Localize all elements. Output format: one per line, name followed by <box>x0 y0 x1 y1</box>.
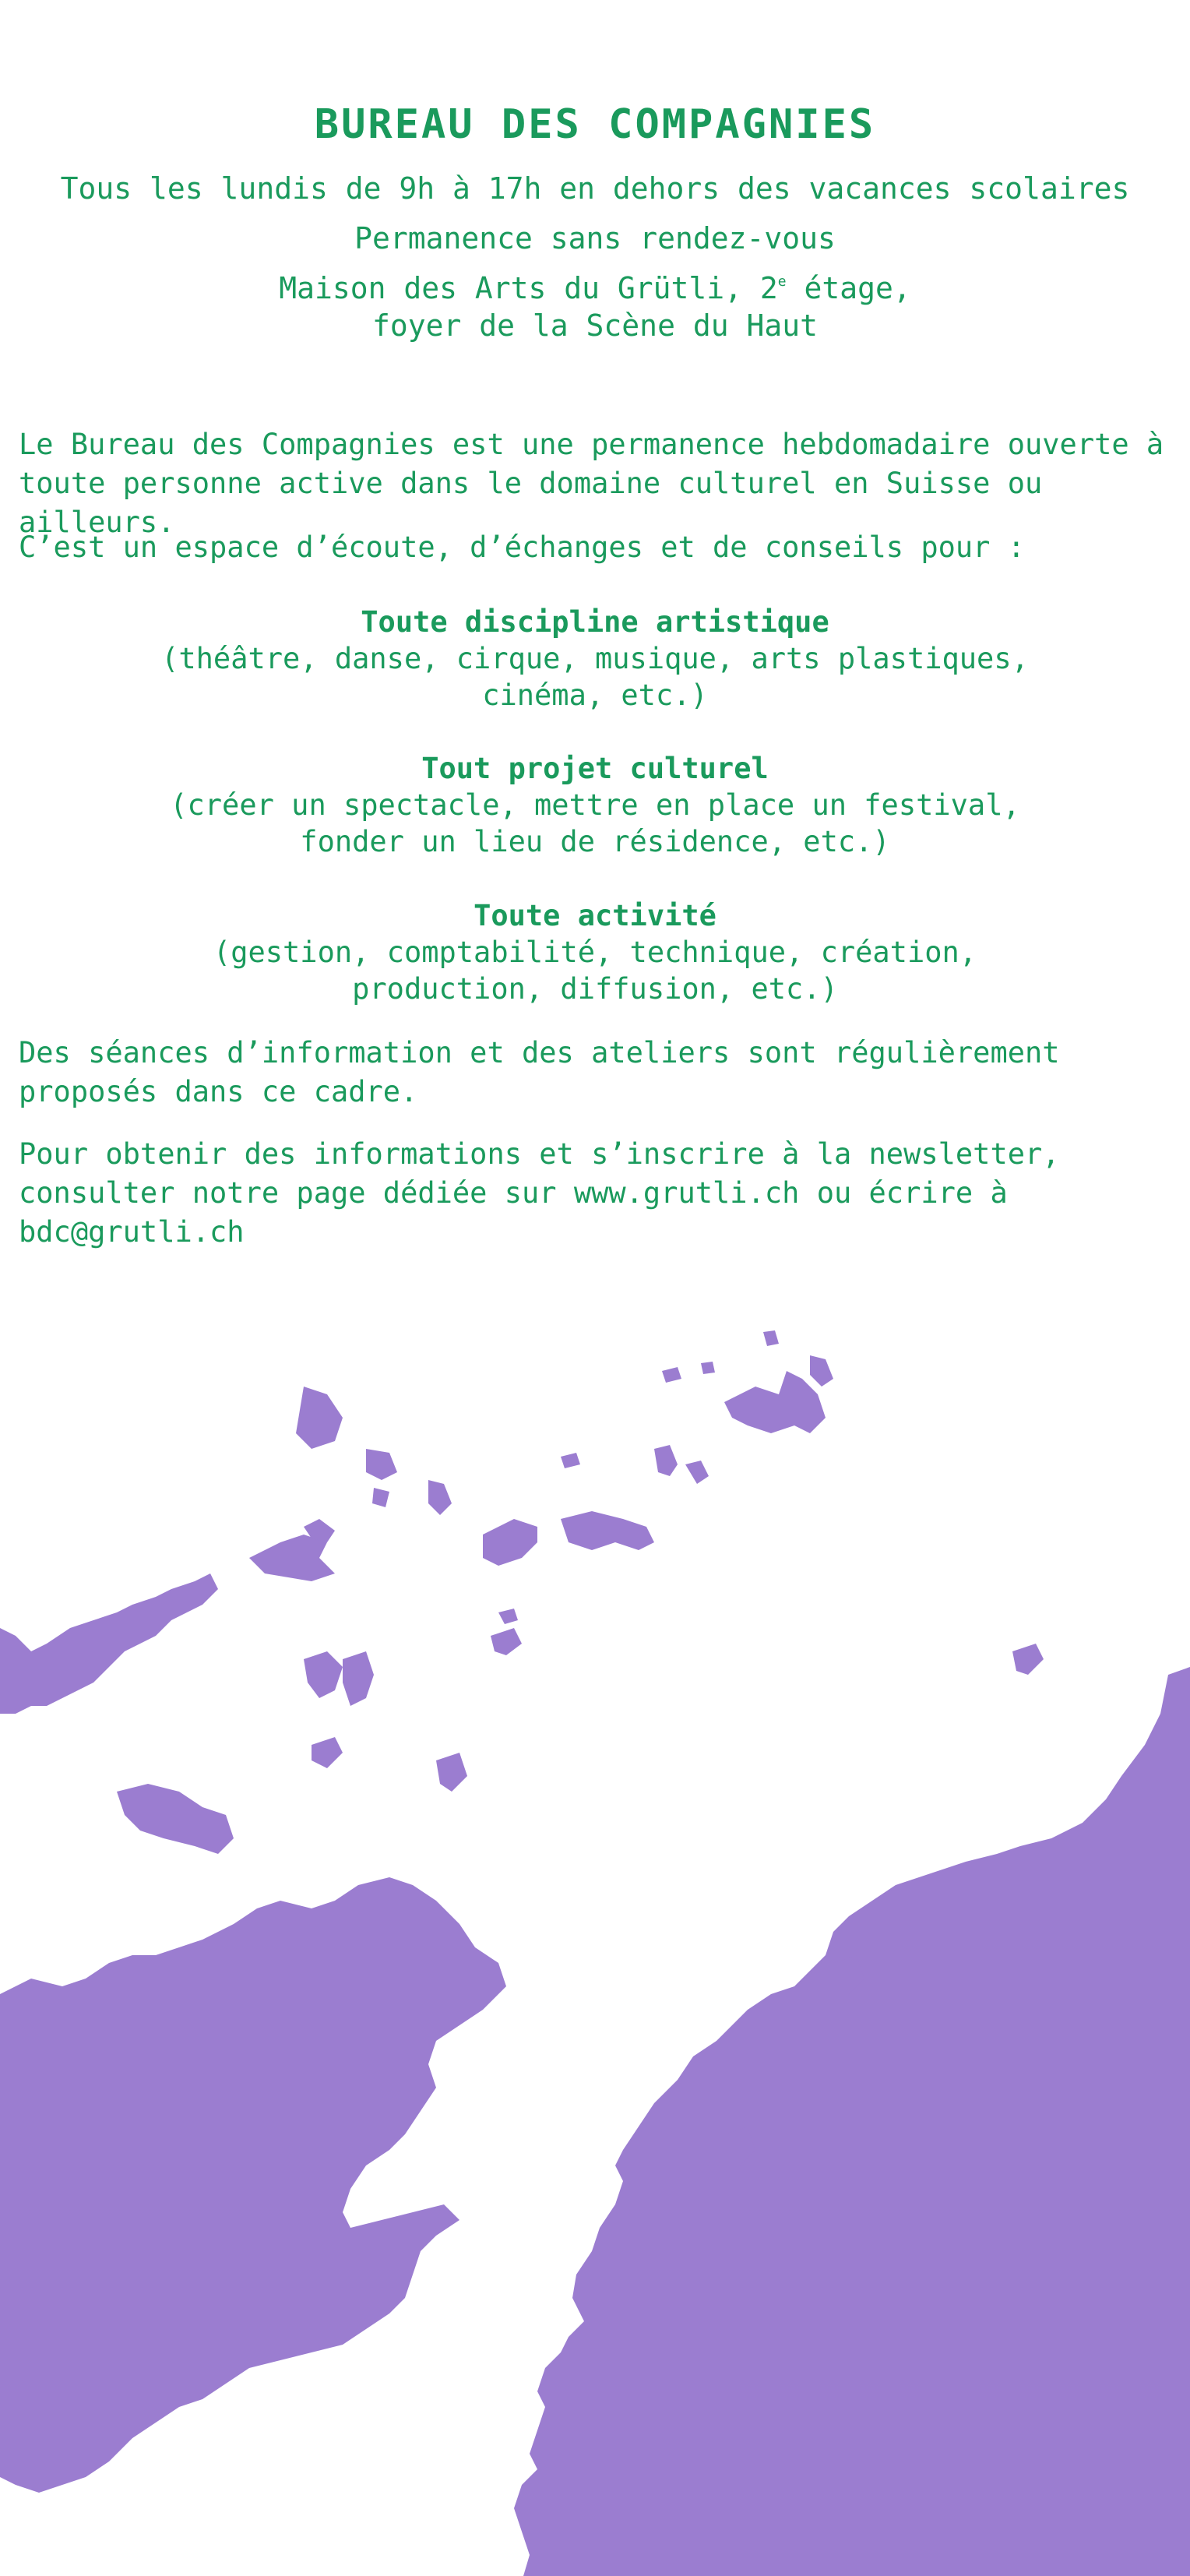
item-heading: Tout projet culturel <box>421 752 769 785</box>
location-line-1: Maison des Arts du Grütli, 2e étage, <box>0 270 1190 307</box>
location-line-2: foyer de la Scène du Haut <box>372 308 818 343</box>
list-item: Tout projet culturel (créer un spectacle… <box>0 750 1190 860</box>
map-illustration <box>0 1330 1190 2576</box>
item-heading: Toute activité <box>474 899 716 932</box>
list-item: Toute discipline artistique (théâtre, da… <box>0 604 1190 714</box>
contact-paragraph: Pour obtenir des informations et s’inscr… <box>19 1137 1060 1249</box>
item-detail-line: (créer un spectacle, mettre en place un … <box>170 788 1020 822</box>
item-detail-line: production, diffusion, etc.) <box>352 972 838 1006</box>
item-detail-line: (gestion, comptabilité, technique, créat… <box>213 936 977 969</box>
intro-paragraph: Le Bureau des Compagnies est une permane… <box>19 428 1164 539</box>
permanence-line: Permanence sans rendez-vous <box>354 221 836 255</box>
sessions-paragraph: Des séances d’information et des atelier… <box>19 1036 1060 1108</box>
list-item: Toute activité (gestion, comptabilité, t… <box>0 897 1190 1007</box>
header: BUREAU DES COMPAGNIES Tous les lundis de… <box>0 93 1190 344</box>
schedule-line: Tous les lundis de 9h à 17h en dehors de… <box>60 171 1130 206</box>
location-text-end: étage, <box>786 271 911 305</box>
item-detail-line: (théâtre, danse, cirque, musique, arts p… <box>161 642 1029 675</box>
page-title: BUREAU DES COMPAGNIES <box>314 101 876 148</box>
page: BUREAU DES COMPAGNIES Tous les lundis de… <box>0 0 1190 2576</box>
location-text: Maison des Arts du Grütli, 2 <box>279 271 778 305</box>
intro-lead: C’est un espace d’écoute, d’échanges et … <box>19 530 1026 564</box>
item-detail-line: fonder un lieu de résidence, etc.) <box>300 825 890 858</box>
item-heading: Toute discipline artistique <box>361 605 829 639</box>
item-detail-line: cinéma, etc.) <box>482 678 708 712</box>
floor-superscript: e <box>777 273 787 290</box>
